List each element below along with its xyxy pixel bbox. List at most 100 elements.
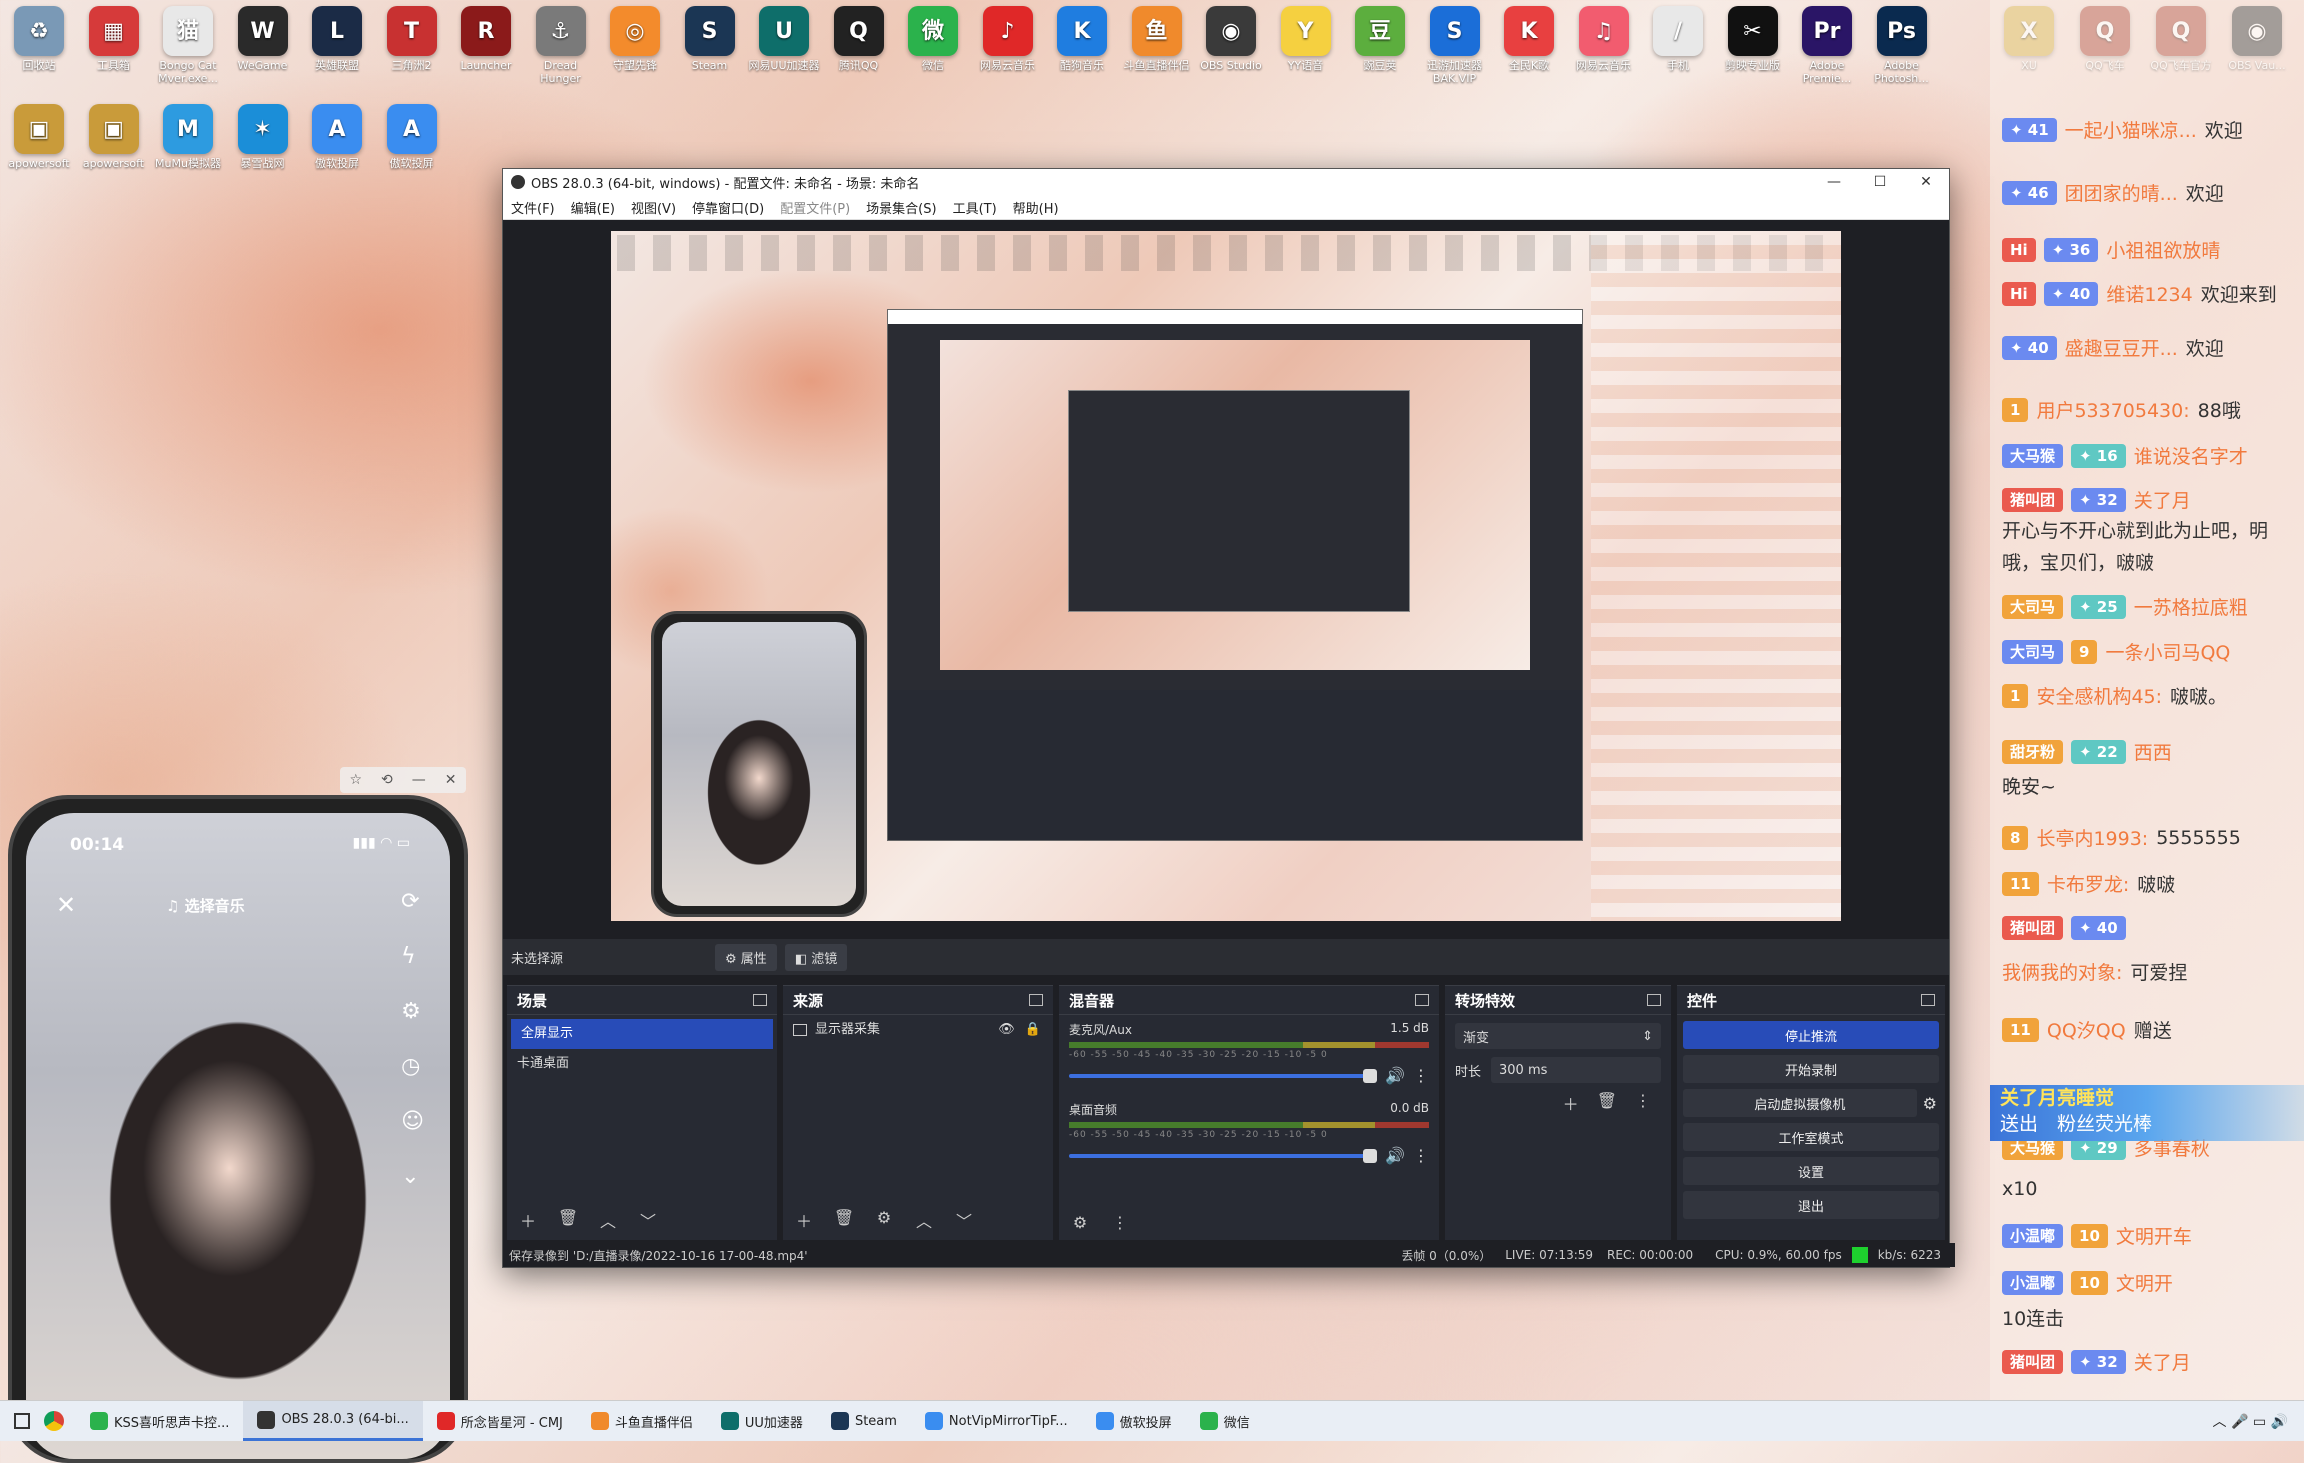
desktop-icon[interactable]: Ps Adobe Photosh...: [1865, 6, 1939, 85]
rotate-icon[interactable]: ⟲: [381, 772, 393, 788]
duration-input[interactable]: 300 ms: [1491, 1057, 1661, 1083]
desktop-icon[interactable]: T 三角洲2: [375, 6, 449, 72]
start-virtual-camera-button[interactable]: 启动虚拟摄像机: [1683, 1089, 1917, 1117]
minimize-icon[interactable]: —: [412, 772, 426, 788]
desktop-icon[interactable]: K 全民K歌: [1492, 6, 1566, 72]
pin-icon[interactable]: ☆: [349, 772, 362, 788]
scene-item[interactable]: 全屏显示: [511, 1019, 773, 1049]
more-icon[interactable]: ⋮: [1635, 1091, 1651, 1115]
taskbar-app[interactable]: NotVipMirrorTipF...: [911, 1401, 1082, 1441]
chevron-up-icon[interactable]: ︿: [913, 1208, 935, 1232]
taskbar-app[interactable]: OBS 28.0.3 (64-bi...: [243, 1401, 423, 1441]
start-icon[interactable]: [14, 1413, 30, 1429]
desktop-icon[interactable]: ♪ 网易云音乐: [971, 6, 1045, 72]
filters-button[interactable]: ◧ 滤镜: [784, 943, 848, 971]
flip-camera-icon[interactable]: ⟳: [401, 889, 424, 914]
chrome-icon[interactable]: [44, 1411, 64, 1431]
desktop-icon[interactable]: ▣ apowersoft: [77, 104, 151, 170]
studio-mode-button[interactable]: 工作室模式: [1683, 1123, 1939, 1151]
taskbar-app[interactable]: 所念皆星河 - CMJ: [423, 1401, 577, 1441]
transition-select[interactable]: 渐变 ⇕: [1455, 1023, 1661, 1049]
gear-icon[interactable]: ⚙: [873, 1208, 895, 1232]
desktop-icon[interactable]: U 网易UU加速器: [747, 6, 821, 72]
desktop-icon[interactable]: ◉ OBS Studio: [1194, 6, 1268, 72]
close-icon[interactable]: ✕: [56, 891, 76, 919]
slider-knob[interactable]: [1363, 1148, 1378, 1163]
maximize-button[interactable]: ☐: [1857, 174, 1903, 190]
settings-button[interactable]: 设置: [1683, 1157, 1939, 1185]
properties-button[interactable]: ⚙ 属性: [715, 943, 777, 971]
desktop-icon[interactable]: S 迅游加速器 BAK.VIP: [1418, 6, 1492, 85]
menu-file[interactable]: 文件(F): [503, 198, 563, 217]
source-item[interactable]: 显示器采集 👁 🔒: [783, 1015, 1053, 1045]
trash-icon[interactable]: 🗑: [557, 1208, 579, 1232]
dock-float-icon[interactable]: [753, 994, 767, 1006]
desktop-icon[interactable]: ♻ 回收站: [2, 6, 76, 72]
desktop-icon[interactable]: 鱼斗鱼直播伴侣: [1120, 6, 1194, 72]
menu-profile[interactable]: 配置文件(P): [772, 198, 858, 217]
more-icon[interactable]: ⋮: [1413, 1066, 1429, 1085]
desktop-icon[interactable]: ✶ 暴雪战网: [226, 104, 300, 170]
beauty-icon[interactable]: ☺: [401, 1109, 424, 1134]
desktop-icon[interactable]: 猫 Bongo Cat Mver.exe...: [151, 6, 225, 85]
desktop-icon[interactable]: Y YY语音: [1269, 6, 1343, 72]
settings-icon[interactable]: ⚙: [401, 999, 424, 1024]
taskbar-app[interactable]: 斗鱼直播伴侣: [577, 1401, 707, 1441]
desktop-icon[interactable]: ◎ 守望先锋: [598, 6, 672, 72]
trash-icon[interactable]: 🗑: [833, 1208, 855, 1232]
desktop-icon[interactable]: ⚓ Dread Hunger: [524, 6, 598, 85]
volume-slider[interactable]: [1069, 1148, 1378, 1163]
lock-icon[interactable]: 🔒: [1025, 1015, 1041, 1045]
dock-float-icon[interactable]: [1921, 994, 1935, 1006]
desktop-icon[interactable]: S Steam: [673, 6, 747, 72]
eye-icon[interactable]: 👁: [998, 1015, 1015, 1045]
speaker-icon[interactable]: 🔊: [1385, 1146, 1405, 1165]
menu-docks[interactable]: 停靠窗口(D): [684, 198, 772, 217]
obs-preview-canvas[interactable]: [611, 231, 1841, 921]
menu-view[interactable]: 视图(V): [623, 198, 684, 217]
slider-knob[interactable]: [1363, 1068, 1378, 1083]
exit-button[interactable]: 退出: [1683, 1191, 1939, 1219]
minimize-button[interactable]: —: [1811, 174, 1857, 190]
menu-tools[interactable]: 工具(T): [945, 198, 1005, 217]
scene-item[interactable]: 卡通桌面: [507, 1049, 777, 1079]
start-recording-button[interactable]: 开始录制: [1683, 1055, 1939, 1083]
more-icon[interactable]: ⋮: [1109, 1213, 1131, 1232]
desktop-icon[interactable]: L 英雄联盟: [300, 6, 374, 72]
volume-slider[interactable]: [1069, 1068, 1378, 1083]
desktop-icon[interactable]: 豆豌豆荚: [1343, 6, 1417, 72]
timer-icon[interactable]: ◷: [401, 1054, 424, 1079]
dock-float-icon[interactable]: [1647, 994, 1661, 1006]
desktop-icon[interactable]: ✂ 剪映专业版: [1716, 6, 1790, 72]
chevron-up-icon[interactable]: ︿: [597, 1208, 619, 1232]
desktop-icon[interactable]: ♫ 网易云音乐: [1567, 6, 1641, 72]
chevron-down-icon[interactable]: ﹀: [953, 1208, 975, 1232]
close-icon[interactable]: ✕: [445, 772, 457, 788]
menu-scene-collection[interactable]: 场景集合(S): [858, 198, 944, 217]
desktop-icon[interactable]: 微微信: [896, 6, 970, 72]
add-icon[interactable]: ＋: [793, 1208, 815, 1232]
desktop-icon[interactable]: / 手机: [1641, 6, 1715, 72]
desktop-icon[interactable]: A 傲软投屏: [375, 104, 449, 170]
add-icon[interactable]: ＋: [517, 1208, 539, 1232]
taskbar-app[interactable]: KSS喜听思声卡控...: [76, 1401, 243, 1441]
chevron-down-icon[interactable]: ﹀: [637, 1208, 659, 1232]
desktop-icon[interactable]: ▣ apowersoft: [2, 104, 76, 170]
tray-icons[interactable]: ︿ 🎤 ▭ 🔊: [2213, 1411, 2288, 1431]
desktop-icon[interactable]: A 傲软投屏: [300, 104, 374, 170]
desktop-icon[interactable]: W WeGame: [226, 6, 300, 72]
dock-float-icon[interactable]: [1029, 994, 1043, 1006]
desktop-icon[interactable]: ▦ 工具箱: [77, 6, 151, 72]
taskbar-app[interactable]: 傲软投屏: [1082, 1401, 1186, 1441]
phone-screen[interactable]: 00:14 ▮▮▮ ◠ ▭ ✕ ♫ 选择音乐 ⟳ ϟ ⚙ ◷ ☺ ⌄: [26, 813, 450, 1459]
desktop-icon[interactable]: M MuMu模拟器: [151, 104, 225, 170]
trash-icon[interactable]: 🗑: [1597, 1091, 1617, 1115]
desktop-icon[interactable]: Pr Adobe Premie...: [1790, 6, 1864, 85]
flash-off-icon[interactable]: ϟ: [401, 944, 424, 969]
desktop-icon[interactable]: K 酷狗音乐: [1045, 6, 1119, 72]
menu-help[interactable]: 帮助(H): [1005, 198, 1067, 217]
desktop-icon[interactable]: Q 腾讯QQ: [822, 6, 896, 72]
taskbar-app[interactable]: UU加速器: [707, 1401, 817, 1441]
music-select[interactable]: ♫ 选择音乐: [166, 895, 245, 916]
taskbar-app[interactable]: 微信: [1186, 1401, 1264, 1441]
